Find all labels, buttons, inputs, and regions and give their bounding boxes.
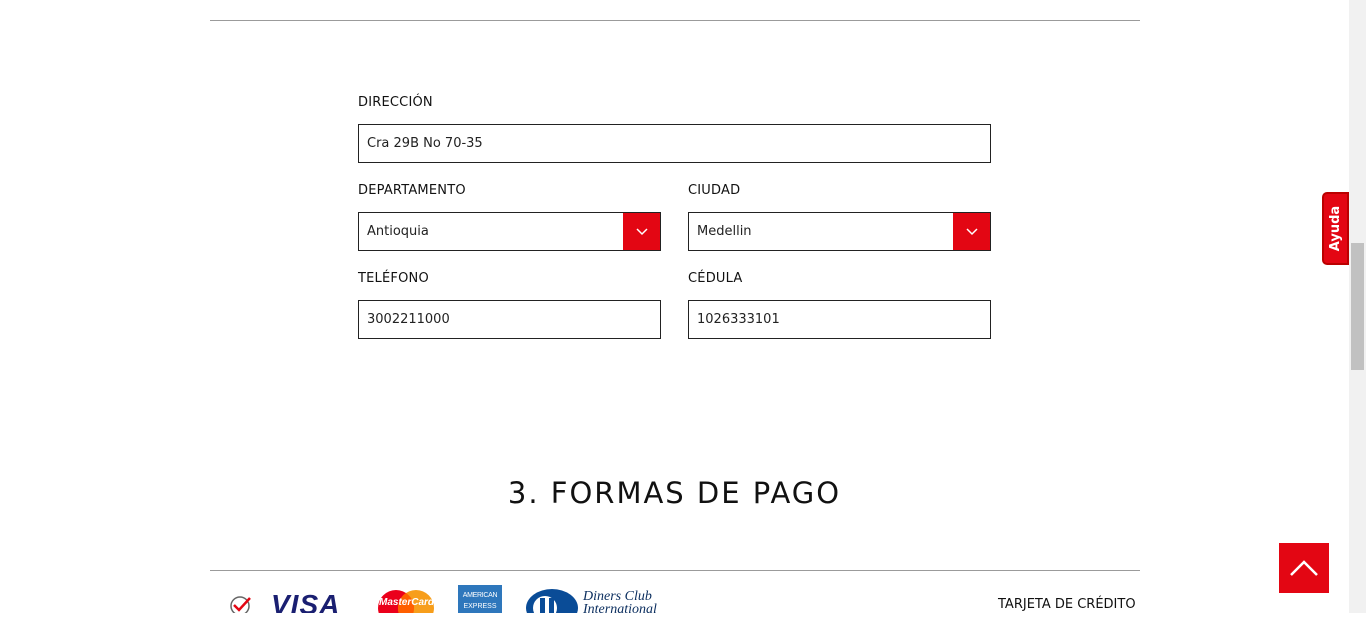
id-number-label: CÉDULA: [688, 271, 743, 286]
chevron-down-icon: [635, 227, 648, 235]
phone-label: TELÉFONO: [358, 271, 429, 286]
city-dropdown-button[interactable]: [953, 213, 990, 250]
chevron-down-icon: [965, 227, 978, 235]
city-value: Medellin: [697, 224, 752, 239]
visa-logo-text: VISA: [271, 590, 341, 613]
address-label: DIRECCIÓN: [358, 95, 433, 110]
credit-card-option-label[interactable]: TARJETA DE CRÉDITO: [998, 597, 1136, 612]
amex-logo-line2: EXPRESS: [463, 603, 497, 610]
help-tab[interactable]: Ayuda: [1322, 192, 1349, 265]
payment-section-title: 3. FORMAS DE PAGO: [507, 476, 842, 510]
help-tab-label: Ayuda: [1328, 205, 1343, 252]
verified-check-logo: [229, 595, 253, 617]
address-value: Cra 29B No 70-35: [367, 136, 483, 151]
top-divider: [210, 20, 1140, 21]
mastercard-logo: MasterCard: [377, 588, 435, 613]
phone-value: 3002211000: [367, 312, 450, 327]
mastercard-logo-text: MasterCard: [379, 597, 435, 608]
city-select[interactable]: Medellin: [688, 212, 991, 251]
chevron-up-icon: [1290, 560, 1318, 576]
checkout-page: DIRECCIÓN Cra 29B No 70-35 DEPARTAMENTO …: [0, 0, 1349, 616]
address-field[interactable]: Cra 29B No 70-35: [358, 124, 991, 163]
department-select[interactable]: Antioquia: [358, 212, 661, 251]
id-number-value: 1026333101: [697, 312, 780, 327]
visa-logo: VISA: [271, 590, 351, 613]
department-value: Antioquia: [367, 224, 429, 239]
phone-field[interactable]: 3002211000: [358, 300, 661, 339]
id-number-field[interactable]: 1026333101: [688, 300, 991, 339]
diners-logo-line2: International: [583, 602, 657, 613]
scroll-to-top-button[interactable]: [1279, 543, 1329, 593]
department-label: DEPARTAMENTO: [358, 183, 466, 198]
scrollbar-thumb[interactable]: [1351, 243, 1364, 370]
city-label: CIUDAD: [688, 183, 741, 198]
amex-logo-line1: AMERICAN: [462, 592, 498, 599]
payment-divider: [210, 570, 1140, 571]
amex-logo: AMERICAN EXPRESS: [458, 585, 502, 613]
department-dropdown-button[interactable]: [623, 213, 660, 250]
diners-club-logo: Diners Club International: [525, 588, 670, 613]
